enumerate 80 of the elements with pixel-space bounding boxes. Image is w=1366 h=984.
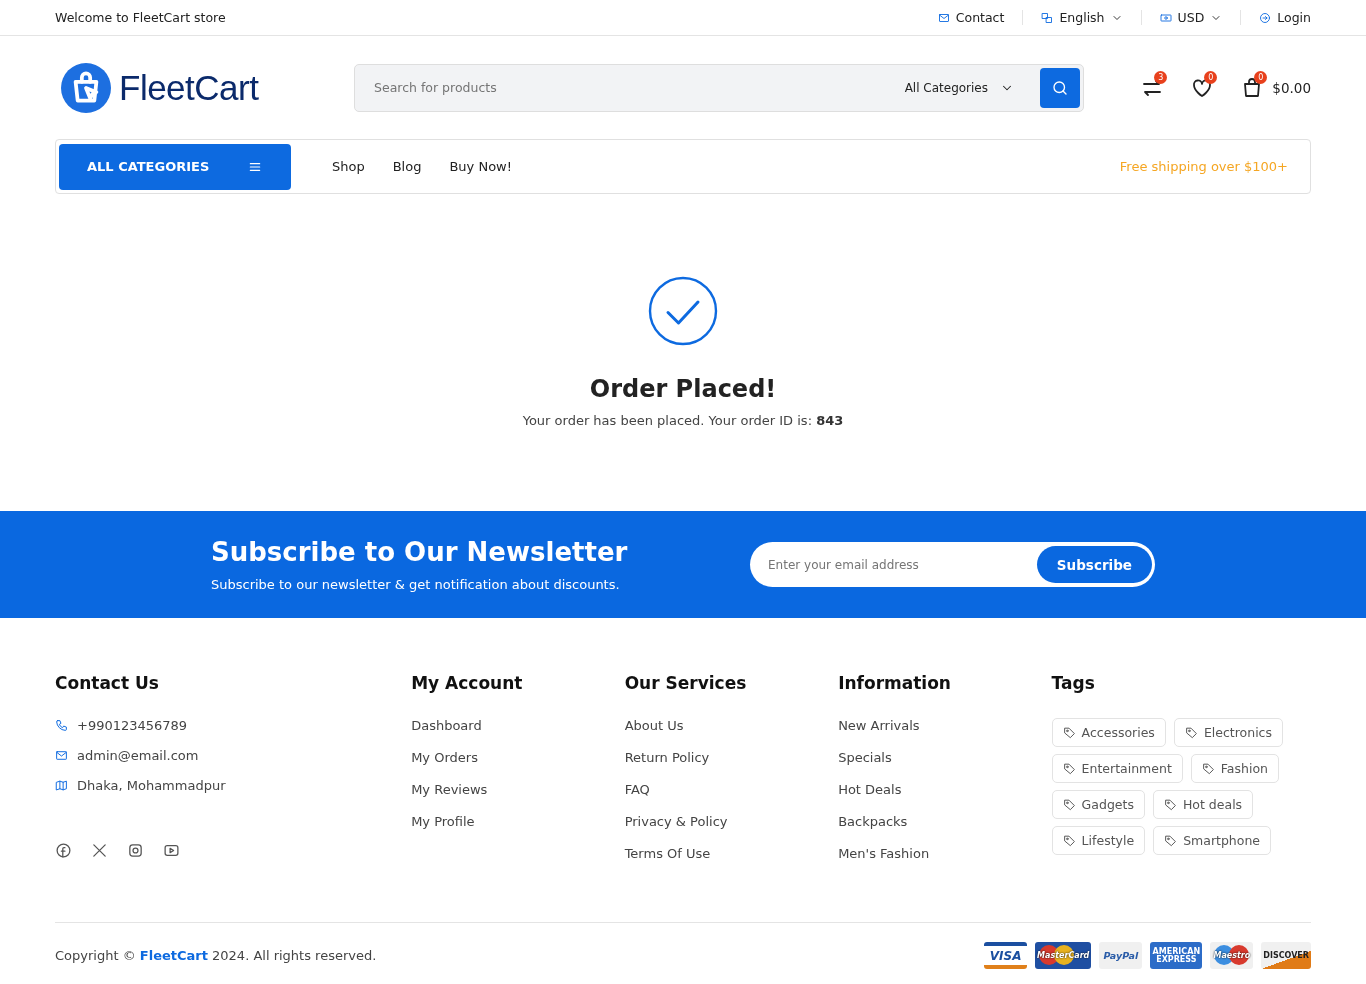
welcome-text: Welcome to FleetCart store xyxy=(55,10,226,25)
currency-dropdown[interactable]: USD xyxy=(1140,10,1241,25)
footer-link[interactable]: Specials xyxy=(838,750,1052,765)
nav-link[interactable]: Shop xyxy=(332,159,365,174)
search-button[interactable] xyxy=(1040,67,1080,108)
tag-icon xyxy=(1201,762,1215,775)
check-circle-icon xyxy=(647,275,719,347)
tag-icon xyxy=(1062,726,1076,739)
footer-link[interactable]: About Us xyxy=(624,718,839,733)
footer-link[interactable]: Hot Deals xyxy=(838,782,1052,797)
newsletter-subtitle: Subscribe to our newsletter & get notification about discounts. xyxy=(211,577,621,592)
search-bar[interactable]: Search for products All Categories xyxy=(354,63,1084,112)
footer-link[interactable]: Backpacks xyxy=(838,814,1052,829)
contact-text: +990123456789 xyxy=(77,718,188,733)
search-icon xyxy=(1051,78,1069,97)
phone-icon xyxy=(55,719,68,732)
tag-link[interactable]: Gadgets xyxy=(1051,790,1145,819)
login-icon xyxy=(1259,11,1272,24)
tag-link[interactable]: Hot deals xyxy=(1152,790,1254,819)
footer-link[interactable]: Privacy & Policy xyxy=(624,814,839,829)
shopping-bag-logo-icon xyxy=(61,62,111,113)
payment-card-logo: VISA xyxy=(984,942,1028,969)
tag-icon xyxy=(1062,798,1076,811)
footer-link[interactable]: My Reviews xyxy=(411,782,625,797)
count-badge: 3 xyxy=(1154,70,1168,84)
contact-text: Dhaka, Mohammadpur xyxy=(77,778,226,793)
tag-icon xyxy=(1163,798,1177,811)
footer-link[interactable]: My Profile xyxy=(411,814,625,829)
payment-card-logo: AMERICAN EXPRESS xyxy=(1150,942,1203,969)
footer-link[interactable]: Dashboard xyxy=(411,718,625,733)
search-field[interactable]: Search for products xyxy=(358,79,899,96)
play-icon[interactable] xyxy=(163,842,180,859)
subscribe-button[interactable]: Subscribe xyxy=(1036,546,1152,583)
all-categories-button[interactable]: ALL CATEGORIES xyxy=(59,143,291,190)
email-field[interactable]: Enter your email address xyxy=(753,556,1037,573)
count-badge: 0 xyxy=(1254,70,1268,84)
newsletter-title: Subscribe to Our Newsletter xyxy=(211,537,628,567)
footer-link[interactable]: Men's Fashion xyxy=(838,846,1052,861)
tag-icon xyxy=(1062,762,1076,775)
tag-link[interactable]: Electronics xyxy=(1173,718,1283,747)
translate-icon xyxy=(1041,11,1054,24)
column-title: Contact Us xyxy=(55,673,160,693)
map-icon xyxy=(55,779,68,792)
tag-icon xyxy=(1164,834,1178,847)
envelope-icon xyxy=(937,11,950,24)
confirmation-message: Your order has been placed. Your order ID is: 843 xyxy=(522,413,844,428)
copyright-text: Copyright © FleetCart 2024. All rights reserved. xyxy=(55,948,377,963)
footer-link[interactable]: FAQ xyxy=(624,782,839,797)
instagram-icon[interactable] xyxy=(127,842,144,859)
language-dropdown[interactable]: English xyxy=(1022,10,1141,25)
nav-link[interactable]: Buy Now! xyxy=(449,159,512,174)
category-dropdown[interactable]: All Categories xyxy=(898,79,1020,96)
tag-link[interactable]: Entertainment xyxy=(1051,754,1183,783)
footer-link[interactable]: Terms Of Use xyxy=(624,846,839,861)
tag-icon xyxy=(1062,834,1076,847)
count-badge: 0 xyxy=(1204,70,1218,84)
facebook-icon[interactable] xyxy=(55,842,72,859)
tag-link[interactable]: Lifestyle xyxy=(1051,826,1146,855)
column-title: Our Services xyxy=(624,673,748,693)
tag-icon xyxy=(1184,726,1198,739)
tag-link[interactable]: Fashion xyxy=(1190,754,1279,783)
footer-link[interactable]: New Arrivals xyxy=(838,718,1052,733)
column-title: Tags xyxy=(1051,673,1096,693)
column-title: My Account xyxy=(411,673,524,693)
x-logo-icon[interactable] xyxy=(91,842,108,859)
tag-link[interactable]: Smartphone xyxy=(1153,826,1272,855)
footer-link[interactable]: Return Policy xyxy=(624,750,839,765)
confirmation-title: Order Placed! xyxy=(589,375,777,403)
column-title: Information xyxy=(838,673,952,693)
login-link[interactable]: Login xyxy=(1240,10,1311,25)
logo[interactable]: FleetCart xyxy=(55,62,354,113)
banknote-icon xyxy=(1159,11,1172,24)
envelope-icon xyxy=(55,749,68,762)
contact-text: admin@email.com xyxy=(77,748,199,763)
footer-link[interactable]: My Orders xyxy=(411,750,625,765)
payment-card-logo: PayPal xyxy=(1099,942,1143,969)
tag-link[interactable]: Accessories xyxy=(1051,718,1166,747)
promo-text: Free shipping over $100+ xyxy=(1119,159,1288,174)
nav-link[interactable]: Blog xyxy=(392,159,422,174)
contact-link[interactable]: Contact xyxy=(919,10,1023,25)
